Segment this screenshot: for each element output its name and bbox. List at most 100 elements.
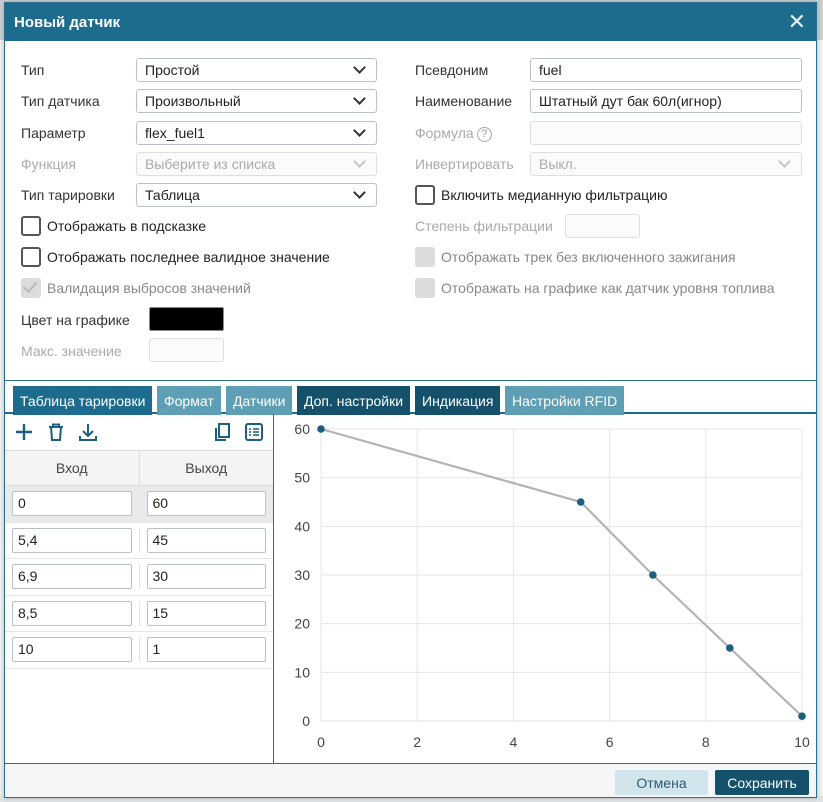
x-tick-label: 10 xyxy=(794,734,810,750)
checkbox-box-checked[interactable] xyxy=(21,278,41,298)
sensor-type-label: Тип датчика xyxy=(21,93,100,109)
input-value-field[interactable]: 10 xyxy=(12,637,132,663)
output-value-field[interactable]: 60 xyxy=(146,491,266,517)
show-in-tooltip-checkbox[interactable]: Отображать в подсказке xyxy=(21,216,206,236)
parameter-select-value: flex_fuel1 xyxy=(145,125,205,141)
table-row[interactable]: 6,9 30 xyxy=(5,559,273,596)
chevron-down-icon xyxy=(353,92,366,105)
checkbox-box[interactable] xyxy=(21,216,41,236)
calibration-type-select[interactable]: Таблица xyxy=(136,183,377,207)
table-row[interactable]: 8,5 15 xyxy=(5,596,273,632)
parameter-select[interactable]: flex_fuel1 xyxy=(136,121,377,145)
median-filter-label: Включить медианную фильтрацию xyxy=(441,187,668,203)
data-point xyxy=(726,644,734,652)
chevron-down-icon xyxy=(353,186,366,199)
show-last-valid-checkbox[interactable]: Отображать последнее валидное значение xyxy=(21,247,330,267)
sensor-type-select[interactable]: Произвольный xyxy=(136,89,377,113)
x-tick-label: 0 xyxy=(317,734,325,750)
help-icon[interactable]: ? xyxy=(476,126,492,142)
y-tick-label: 30 xyxy=(294,567,310,583)
x-tick-label: 8 xyxy=(702,734,710,750)
checkbox-box[interactable] xyxy=(415,278,435,298)
calibration-type-label: Тип тарировки xyxy=(21,187,115,203)
output-value-field[interactable]: 45 xyxy=(146,527,266,553)
input-value-field[interactable]: 5,4 xyxy=(12,527,132,553)
max-value-label: Макс. значение xyxy=(21,343,122,359)
data-point xyxy=(317,425,325,433)
calibration-chart-svg: 0 10 20 30 40 50 60 0 2 4 6 8 10 xyxy=(294,421,810,750)
x-tick-label: 6 xyxy=(606,734,614,750)
tab-sensors[interactable]: Датчики xyxy=(226,386,293,415)
dialog-titlebar: Новый датчик ✕ xyxy=(5,3,816,41)
chevron-down-icon xyxy=(353,124,366,137)
output-value-field[interactable]: 30 xyxy=(146,564,266,590)
table-row[interactable]: 10 1 xyxy=(5,632,273,669)
tab-calibration-table[interactable]: Таблица тарировки xyxy=(13,386,153,415)
data-point xyxy=(798,712,806,720)
outlier-validation-checkbox[interactable]: Валидация выбросов значений xyxy=(21,278,251,298)
close-icon[interactable]: ✕ xyxy=(788,11,806,33)
max-value-input[interactable] xyxy=(149,338,224,362)
type-label: Тип xyxy=(21,62,45,78)
download-icon[interactable] xyxy=(77,421,99,443)
filter-degree-input[interactable] xyxy=(565,214,640,238)
data-point xyxy=(576,498,585,506)
alias-label: Псевдоним xyxy=(415,62,489,78)
column-header-input[interactable]: Вход xyxy=(5,451,139,485)
y-tick-label: 40 xyxy=(294,518,310,534)
output-value-field[interactable]: 15 xyxy=(146,600,266,626)
column-header-output[interactable]: Выход xyxy=(138,451,274,485)
name-input[interactable]: Штатный дут бак 60л(игнор) xyxy=(530,89,802,113)
chevron-down-icon xyxy=(353,155,366,168)
calibration-table-panel: Вход Выход 0 60 5,4 45 6,9 30 8,5 15 10 … xyxy=(5,414,274,763)
input-value-field[interactable]: 8,5 xyxy=(12,600,132,626)
name-label: Наименование xyxy=(415,93,513,109)
table-row[interactable]: 5,4 45 xyxy=(5,523,273,559)
chevron-down-icon xyxy=(778,155,791,168)
sensor-form: Тип Простой Тип датчика Произвольный Пар… xyxy=(5,41,816,381)
sensor-type-select-value: Произвольный xyxy=(145,93,241,109)
table-header: Вход Выход xyxy=(5,450,273,486)
median-filter-checkbox[interactable]: Включить медианную фильтрацию xyxy=(415,185,667,205)
tab-advanced-settings[interactable]: Доп. настройки xyxy=(297,386,411,415)
tabs-bar: Таблица тарировки Формат Датчики Доп. на… xyxy=(5,380,816,415)
function-label: Функция xyxy=(21,156,76,172)
invert-select[interactable]: Выкл. xyxy=(530,152,802,176)
type-select[interactable]: Простой xyxy=(136,58,377,82)
tab-indication[interactable]: Индикация xyxy=(415,386,501,415)
tab-format[interactable]: Формат xyxy=(157,386,221,415)
graph-color-picker[interactable] xyxy=(149,307,224,331)
function-select[interactable]: Выберите из списка xyxy=(136,152,377,176)
invert-label: Инвертировать xyxy=(415,156,514,172)
y-tick-label: 20 xyxy=(294,616,310,632)
show-as-fuel-level-checkbox[interactable]: Отображать на графике как датчик уровня … xyxy=(415,278,775,298)
new-sensor-dialog: Новый датчик ✕ Тип Простой Тип датчика П… xyxy=(4,2,817,798)
checkbox-box[interactable] xyxy=(21,247,41,267)
dialog-title: Новый датчик xyxy=(14,13,121,31)
formula-input[interactable] xyxy=(530,121,802,145)
checkbox-box[interactable] xyxy=(415,185,435,205)
input-value-field[interactable]: 6,9 xyxy=(12,564,132,590)
checkbox-box[interactable] xyxy=(415,247,435,267)
add-icon[interactable] xyxy=(13,421,35,443)
outlier-validation-label: Валидация выбросов значений xyxy=(47,280,251,296)
data-point xyxy=(649,571,657,579)
tab-rfid-settings[interactable]: Настройки RFID xyxy=(505,386,625,415)
delete-icon[interactable] xyxy=(45,421,67,443)
function-select-placeholder: Выберите из списка xyxy=(145,156,276,172)
output-value-field[interactable]: 1 xyxy=(146,637,266,663)
y-tick-label: 10 xyxy=(294,664,310,680)
save-button[interactable]: Сохранить xyxy=(715,770,809,795)
input-value-field[interactable]: 0 xyxy=(12,491,132,517)
table-row[interactable]: 0 60 xyxy=(5,486,273,523)
show-last-valid-label: Отображать последнее валидное значение xyxy=(47,249,330,265)
table-toolbar xyxy=(5,414,273,450)
show-in-tooltip-label: Отображать в подсказке xyxy=(47,218,207,234)
calibration-chart: 0 10 20 30 40 50 60 0 2 4 6 8 10 xyxy=(275,414,816,763)
show-as-fuel-level-label: Отображать на графике как датчик уровня … xyxy=(441,280,775,296)
list-icon[interactable] xyxy=(243,421,265,443)
show-track-no-ignition-checkbox[interactable]: Отображать трек без включенного зажигани… xyxy=(415,247,736,267)
copy-icon[interactable] xyxy=(211,421,233,443)
cancel-button[interactable]: Отмена xyxy=(615,770,708,795)
alias-input[interactable]: fuel xyxy=(530,58,802,82)
